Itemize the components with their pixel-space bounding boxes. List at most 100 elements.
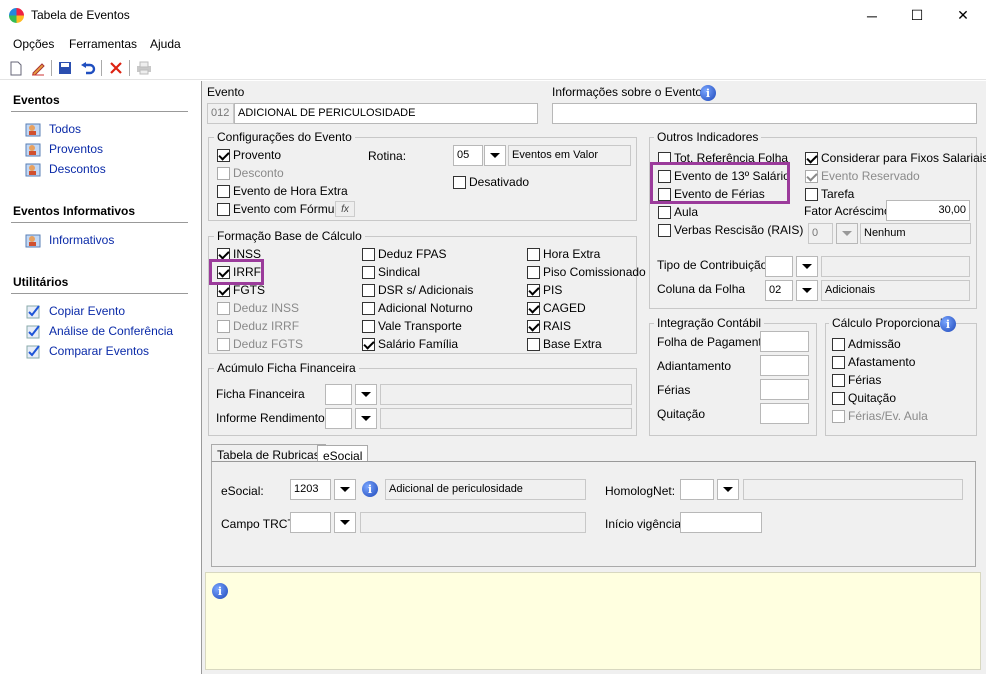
formacao-group-title: Formação Base de Cálculo <box>214 229 365 243</box>
sidebar-item-copiar-evento[interactable]: Copiar Evento <box>25 303 125 319</box>
formacao-checkbox-deduz-inss[interactable]: Deduz INSS <box>217 301 299 315</box>
coluna-folha-label: Coluna da Folha <box>657 282 746 296</box>
nenhum-dropdown[interactable] <box>836 223 858 244</box>
verbas-rescisao-checkbox[interactable]: Verbas Rescisão (RAIS) <box>658 223 803 237</box>
formacao-checkbox-hora-extra[interactable]: Hora Extra <box>527 247 600 261</box>
sidebar-item-proventos[interactable]: Proventos <box>25 141 103 157</box>
coluna-folha-dropdown[interactable] <box>796 280 818 301</box>
folha-pagamento-input[interactable] <box>760 331 809 352</box>
formacao-checkbox-deduz-fgts[interactable]: Deduz FGTS <box>217 337 303 351</box>
sidebar-item-informativos[interactable]: Informativos <box>25 232 114 248</box>
campo-trct-input[interactable] <box>290 512 331 533</box>
coluna-folha-input[interactable]: 02 <box>765 280 793 301</box>
rotina-code-input[interactable]: 05 <box>453 145 483 166</box>
formacao-checkbox-sal-rio-fam-lia[interactable]: Salário Família <box>362 337 458 351</box>
formacao-checkbox-pis[interactable]: PIS <box>527 283 562 297</box>
sidebar-item-analise-conferencia[interactable]: Análise de Conferência <box>25 323 173 339</box>
print-icon[interactable] <box>135 59 153 77</box>
menu-opcoes[interactable]: Opções <box>13 37 54 51</box>
checkbox-box[interactable] <box>527 301 540 315</box>
checkbox-box[interactable] <box>527 337 540 351</box>
formacao-checkbox-base-extra[interactable]: Base Extra <box>527 337 602 351</box>
info-icon[interactable]: i <box>362 481 378 497</box>
afastamento-checkbox[interactable]: Afastamento <box>832 355 915 369</box>
minimize-button[interactable]: ─ <box>849 0 895 31</box>
checkbox-box[interactable] <box>217 301 230 315</box>
inicio-vigencia-input[interactable] <box>680 512 762 533</box>
informe-rendimentos-input[interactable] <box>325 408 352 429</box>
ficha-financeira-input[interactable] <box>325 384 352 405</box>
checkbox-box[interactable] <box>362 301 375 315</box>
esocial-code-input[interactable]: 1203 <box>290 479 331 500</box>
checkbox-box[interactable] <box>217 337 230 351</box>
rotina-dropdown-button[interactable] <box>484 145 506 166</box>
new-document-icon[interactable] <box>7 59 25 77</box>
checkbox-box[interactable] <box>217 319 230 333</box>
checkbox-box[interactable] <box>527 265 540 279</box>
ferias-calculo-checkbox[interactable]: Férias <box>832 373 881 387</box>
provento-checkbox[interactable]: Provento <box>217 148 281 162</box>
tipo-contribuicao-input[interactable] <box>765 256 793 277</box>
save-icon[interactable] <box>56 59 74 77</box>
ferias-ev-aula-checkbox[interactable]: Férias/Ev. Aula <box>832 409 928 423</box>
aula-checkbox[interactable]: Aula <box>658 205 698 219</box>
menu-ferramentas[interactable]: Ferramentas <box>69 37 137 51</box>
tipo-contribuicao-dropdown[interactable] <box>796 256 818 277</box>
tab-tabela-rubricas[interactable]: Tabela de Rubricas <box>211 444 326 462</box>
sidebar-item-todos[interactable]: Todos <box>25 121 81 137</box>
checkbox-box[interactable] <box>362 265 375 279</box>
evento-reservado-checkbox[interactable]: Evento Reservado <box>805 169 920 183</box>
formacao-checkbox-deduz-fpas[interactable]: Deduz FPAS <box>362 247 446 261</box>
formacao-checkbox-adicional-noturno[interactable]: Adicional Noturno <box>362 301 473 315</box>
formacao-checkbox-caged[interactable]: CAGED <box>527 301 586 315</box>
checkbox-box[interactable] <box>362 283 375 297</box>
info-icon[interactable]: i <box>700 85 716 101</box>
tarefa-checkbox[interactable]: Tarefa <box>805 187 854 201</box>
checkbox-box[interactable] <box>217 283 230 297</box>
formacao-checkbox-rais[interactable]: RAIS <box>527 319 571 333</box>
evento-name-input[interactable]: ADICIONAL DE PERICULOSIDADE <box>234 103 538 124</box>
fixos-salariais-checkbox[interactable]: Considerar para Fixos Salariais <box>805 151 986 165</box>
sidebar-item-comparar-eventos[interactable]: Comparar Eventos <box>25 343 149 359</box>
hora-extra-checkbox[interactable]: Evento de Hora Extra <box>217 184 348 198</box>
undo-icon[interactable] <box>79 59 97 77</box>
esocial-dropdown[interactable] <box>334 479 356 500</box>
checkbox-box[interactable] <box>527 247 540 261</box>
formacao-checkbox-sindical[interactable]: Sindical <box>362 265 420 279</box>
maximize-button[interactable]: ☐ <box>894 0 940 31</box>
edit-icon[interactable] <box>29 59 47 77</box>
adiantamento-input[interactable] <box>760 355 809 376</box>
ferias-integracao-input[interactable] <box>760 379 809 400</box>
quitacao-integracao-input[interactable] <box>760 403 809 424</box>
info-evento-input[interactable] <box>552 103 977 124</box>
close-button[interactable]: ✕ <box>940 0 986 31</box>
sidebar-item-descontos[interactable]: Descontos <box>25 161 106 177</box>
menu-ajuda[interactable]: Ajuda <box>150 37 181 51</box>
desconto-checkbox[interactable]: Desconto <box>217 166 284 180</box>
fator-acrescimo-input[interactable]: 30,00 <box>886 200 970 221</box>
formula-fx-icon[interactable]: fx <box>335 201 355 217</box>
informe-rendimentos-dropdown[interactable] <box>355 408 377 429</box>
checkbox-box[interactable] <box>527 319 540 333</box>
homolognet-input[interactable] <box>680 479 714 500</box>
desativado-checkbox[interactable]: Desativado <box>453 175 529 189</box>
formacao-checkbox-piso-comissionado[interactable]: Piso Comissionado <box>527 265 646 279</box>
formacao-checkbox-fgts[interactable]: FGTS <box>217 283 265 297</box>
formacao-checkbox-deduz-irrf[interactable]: Deduz IRRF <box>217 319 299 333</box>
info-icon[interactable]: i <box>940 316 956 332</box>
formula-checkbox[interactable]: Evento com Fórmula <box>217 202 344 216</box>
admissao-checkbox[interactable]: Admissão <box>832 337 901 351</box>
checkbox-box[interactable] <box>362 319 375 333</box>
checkbox-box[interactable] <box>362 247 375 261</box>
checkbox-box[interactable] <box>362 337 375 351</box>
ficha-financeira-dropdown[interactable] <box>355 384 377 405</box>
homolognet-dropdown[interactable] <box>717 479 739 500</box>
checkbox-box[interactable] <box>527 283 540 297</box>
formacao-checkbox-dsr-s-adicionais[interactable]: DSR s/ Adicionais <box>362 283 473 297</box>
delete-icon[interactable] <box>107 59 125 77</box>
campo-trct-dropdown[interactable] <box>334 512 356 533</box>
quitacao-calculo-checkbox[interactable]: Quitação <box>832 391 896 405</box>
quitacao-integracao-label: Quitação <box>657 407 706 421</box>
formacao-checkbox-vale-transporte[interactable]: Vale Transporte <box>362 319 462 333</box>
tab-esocial[interactable]: eSocial <box>317 445 369 463</box>
